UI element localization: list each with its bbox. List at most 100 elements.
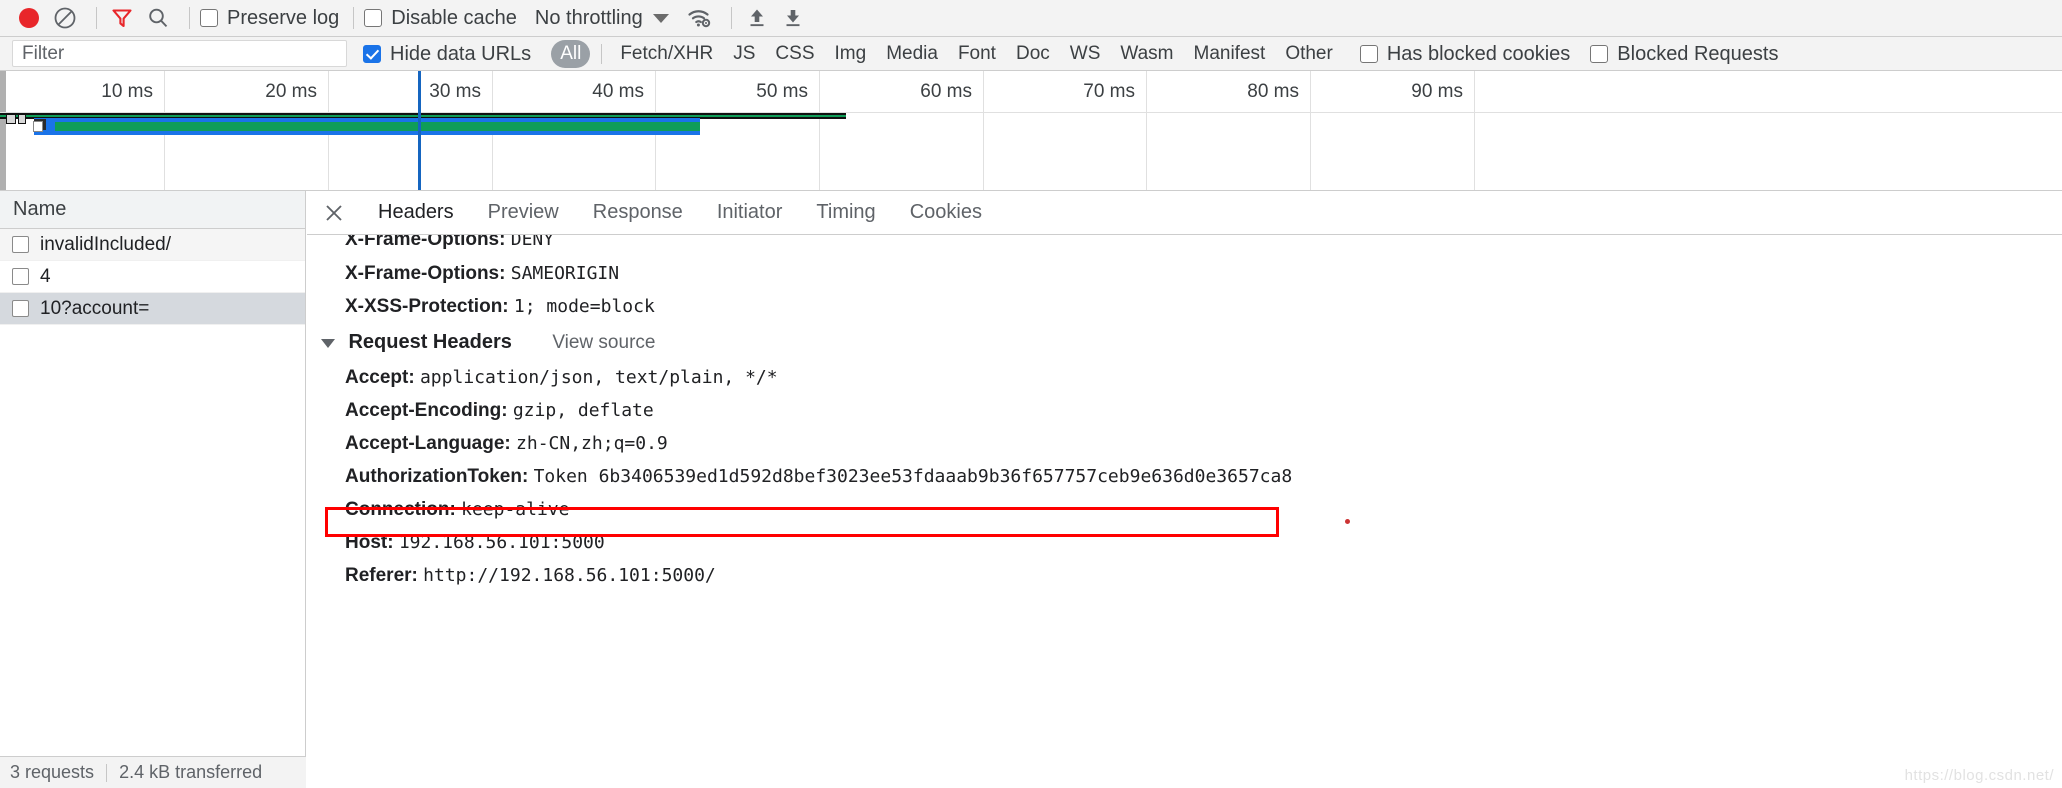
header-key: Accept-Encoding: — [345, 400, 513, 421]
request-headers-section-header[interactable]: Request Headers View source — [307, 323, 2062, 361]
blocked-requests-checkbox[interactable]: Blocked Requests — [1590, 44, 1778, 64]
annotation-dot — [1345, 519, 1350, 524]
disable-cache-box[interactable] — [364, 9, 383, 27]
tab-headers[interactable]: Headers — [361, 191, 471, 235]
has-blocked-cookies-box[interactable] — [1359, 44, 1378, 63]
ruler-tick-90ms — [1474, 71, 1475, 190]
blocked-requests-label: Blocked Requests — [1617, 42, 1779, 65]
header-row-x-xss-protection: X-XSS-Protection: 1; mode=block — [307, 290, 2062, 323]
wifi-settings-icon[interactable] — [685, 3, 715, 33]
hide-data-urls-checkbox[interactable]: Hide data URLs — [363, 44, 531, 64]
toolbar-divider-2 — [189, 7, 190, 29]
tab-timing[interactable]: Timing — [799, 191, 892, 235]
header-row-accept-language: Accept-Language: zh-CN,zh;q=0.9 — [307, 427, 2062, 460]
chevron-down-icon[interactable] — [652, 13, 669, 23]
network-filter-bar: Hide data URLs All Fetch/XHR JS CSS Img … — [0, 37, 2062, 71]
ruler-label-40ms: 40 ms — [592, 81, 644, 102]
blocked-requests-box[interactable] — [1590, 44, 1609, 63]
header-value: http://192.168.56.101:5000/ — [423, 565, 716, 586]
preserve-log-label: Preserve log — [227, 7, 340, 29]
disable-cache-label: Disable cache — [391, 7, 517, 29]
hide-data-urls-box[interactable] — [363, 44, 381, 63]
header-row-connection: Connection: keep-alive — [307, 493, 2062, 526]
type-filter-other[interactable]: Other — [1276, 40, 1342, 68]
requests-column-header[interactable]: Name — [0, 191, 305, 229]
header-row-x-frame-options-deny: X-Frame-Options: DENY — [307, 235, 2062, 257]
header-row-accept-encoding: Accept-Encoding: gzip, deflate — [307, 394, 2062, 427]
request-detail-pane: Headers Preview Response Initiator Timin… — [307, 191, 2062, 788]
row-checkbox[interactable] — [12, 268, 29, 285]
header-value: 1; mode=block — [513, 296, 655, 317]
clear-icon[interactable] — [50, 3, 80, 33]
has-blocked-cookies-checkbox[interactable]: Has blocked cookies — [1359, 42, 1571, 65]
request-name: 4 — [40, 265, 51, 287]
type-filter-font[interactable]: Font — [949, 40, 1005, 68]
ruler-label-80ms: 80 ms — [1247, 81, 1299, 102]
type-filter-manifest[interactable]: Manifest — [1185, 40, 1275, 68]
throttling-select[interactable]: No throttling — [535, 7, 643, 30]
type-filter-wasm[interactable]: Wasm — [1111, 40, 1182, 68]
toolbar-divider-4 — [730, 7, 732, 29]
timeline-cursor-marker[interactable] — [418, 71, 421, 190]
ruler-label-50ms: 50 ms — [756, 81, 808, 102]
filter-funnel-icon[interactable] — [107, 3, 137, 33]
header-key: X-Frame-Options: — [345, 263, 511, 284]
header-row-host: Host: 192.168.56.101:5000 — [307, 526, 2062, 559]
header-row-authorization-token: AuthorizationToken: Token 6b3406539ed1d5… — [307, 460, 2062, 493]
ruler-label-10ms: 10 ms — [101, 81, 153, 102]
type-filter-media[interactable]: Media — [877, 40, 947, 68]
close-icon[interactable] — [321, 200, 347, 226]
filter-divider-1 — [601, 43, 603, 64]
tab-response[interactable]: Response — [576, 191, 700, 235]
download-arrow-icon[interactable] — [778, 3, 808, 33]
table-row[interactable]: invalidIncluded/ — [0, 229, 305, 261]
header-row-x-frame-options-sameorigin: X-Frame-Options: SAMEORIGIN — [307, 257, 2062, 290]
has-blocked-cookies-label: Has blocked cookies — [1386, 42, 1571, 65]
devtools-network-panel: Preserve log Disable cache No throttling — [0, 0, 2062, 788]
header-key: AuthorizationToken: — [345, 466, 534, 487]
tab-preview[interactable]: Preview — [471, 191, 576, 235]
type-filter-ws[interactable]: WS — [1061, 40, 1110, 68]
filter-input[interactable] — [12, 40, 347, 67]
row-checkbox[interactable] — [12, 300, 29, 317]
preserve-log-checkbox[interactable]: Preserve log — [200, 8, 339, 28]
request-name: invalidIncluded/ — [40, 233, 171, 255]
header-row-accept: Accept: application/json, text/plain, */… — [307, 361, 2062, 394]
header-value: application/json, text/plain, */* — [419, 367, 778, 388]
overview-marker-a — [6, 114, 16, 124]
network-status-bar: 3 requests 2.4 kB transferred — [0, 756, 306, 788]
type-filter-img[interactable]: Img — [826, 40, 876, 68]
preserve-log-box[interactable] — [200, 9, 218, 27]
record-dot-icon[interactable] — [14, 3, 44, 33]
header-value: SAMEORIGIN — [510, 263, 620, 284]
disable-cache-checkbox[interactable]: Disable cache — [364, 8, 517, 28]
header-key: Connection: — [345, 499, 462, 520]
upload-arrow-icon[interactable] — [742, 3, 772, 33]
ruler-label-60ms: 60 ms — [920, 81, 972, 102]
header-key: Accept: — [345, 367, 420, 388]
headers-content: X-Frame-Options: DENY X-Frame-Options: S… — [307, 235, 2062, 788]
watermark-text: https://blog.csdn.net/ — [1904, 767, 2054, 784]
view-source-link[interactable]: View source — [552, 332, 655, 353]
type-filter-doc[interactable]: Doc — [1007, 40, 1059, 68]
ruler-label-30ms: 30 ms — [429, 81, 481, 102]
type-filter-all[interactable]: All — [551, 39, 591, 68]
status-divider — [106, 763, 108, 782]
network-toolbar: Preserve log Disable cache No throttling — [0, 0, 2062, 37]
header-row-referer: Referer: http://192.168.56.101:5000/ — [307, 559, 2062, 592]
search-icon[interactable] — [143, 3, 173, 33]
hide-data-urls-label: Hide data URLs — [390, 42, 532, 65]
network-overview[interactable]: 10 ms 20 ms 30 ms 40 ms 50 ms 60 ms 70 m… — [0, 71, 2062, 191]
header-key: X-XSS-Protection: — [345, 296, 514, 317]
tab-initiator[interactable]: Initiator — [700, 191, 800, 235]
tab-cookies[interactable]: Cookies — [893, 191, 999, 235]
triangle-down-icon[interactable] — [321, 339, 335, 349]
row-checkbox[interactable] — [12, 236, 29, 253]
type-filter-css[interactable]: CSS — [766, 40, 823, 68]
header-value: Token 6b3406539ed1d592d8bef3023ee53fdaaa… — [533, 466, 1293, 487]
table-row[interactable]: 4 — [0, 261, 305, 293]
requests-count: 3 requests — [10, 762, 95, 782]
type-filter-js[interactable]: JS — [724, 40, 764, 68]
table-row[interactable]: 10?account= — [0, 293, 305, 325]
type-filter-fetch-xhr[interactable]: Fetch/XHR — [611, 40, 722, 68]
